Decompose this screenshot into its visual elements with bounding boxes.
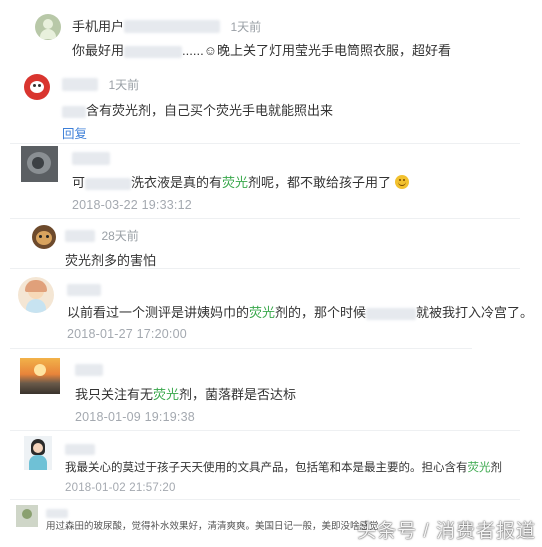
comment-date: 2018-01-02 21:57:20 [65,482,176,494]
comment-text: 以前看过一个测评是讲姨妈巾的荧光剂的，那个时候 就被我打入冷宫了。 [67,305,534,320]
comment-header [72,150,542,168]
comment-date: 2018-01-27 17:20:00 [67,327,187,341]
redacted-text [62,105,86,118]
reply-button[interactable]: 回复 [62,127,87,141]
comment-header: 28天前 [65,227,542,245]
redacted-text [366,307,417,320]
comment-header [65,441,542,459]
comment-time: 28天前 [101,229,139,243]
comment-date: 2018-01-09 19:19:38 [75,410,195,424]
redacted-username[interactable] [72,152,110,166]
redacted-username[interactable] [62,78,98,92]
comment-time: 1天前 [108,78,140,92]
comment-header: 手机用户 1天前 [72,16,542,36]
comment-date: 2018-03-22 19:33:12 [72,198,192,212]
comment-text: 我最关心的莫过于孩子天天使用的文具产品，包括笔和本是最主要的。担心含有荧光剂 [65,462,502,474]
comment-text: 荧光剂多的害怕 [65,253,157,268]
comment-text: 你最好用 ......☺晚上关了灯用莹光手电筒照衣服，超好看 [72,43,451,58]
avatar[interactable] [18,277,54,313]
avatar[interactable] [20,358,60,394]
comment-text: 我只关注有无荧光剂，菌落群是否达标 [75,387,297,402]
divider [10,218,520,219]
smiley-icon: ☺ [203,43,217,58]
blush-emoji-icon [394,175,409,189]
avatar[interactable] [21,146,58,182]
comment-header: 1天前 [62,76,542,94]
avatar[interactable] [35,14,61,40]
avatar[interactable] [32,225,56,249]
divider [10,499,520,500]
avatar[interactable] [24,436,52,470]
redacted-text [124,45,183,58]
watermark: 头条号 / 消费者报道 [357,521,536,542]
divider [10,348,472,349]
comment-header [75,361,542,379]
redacted-username[interactable] [65,444,95,456]
comment-time: 1天前 [230,20,262,34]
divider [10,143,520,144]
redacted-text [85,177,132,190]
redacted-username[interactable] [75,363,103,376]
comment-header [67,281,542,299]
avatar[interactable] [24,74,50,100]
divider [10,268,520,269]
redacted-username[interactable] [46,509,68,519]
comment-text: 含有荧光剂，自己买个荧光手电就能照出来 [62,100,542,119]
redacted-username[interactable] [65,229,95,242]
comment-text: 可洗衣液是真的有荧光剂呢，都不敢给孩子用了 [72,172,542,191]
reply-link-row: 回复 [62,123,542,143]
comment-username[interactable]: 手机用户 [72,19,124,34]
redacted-username [124,20,221,34]
redacted-username[interactable] [67,283,101,296]
avatar[interactable] [16,505,38,527]
divider [10,430,520,431]
